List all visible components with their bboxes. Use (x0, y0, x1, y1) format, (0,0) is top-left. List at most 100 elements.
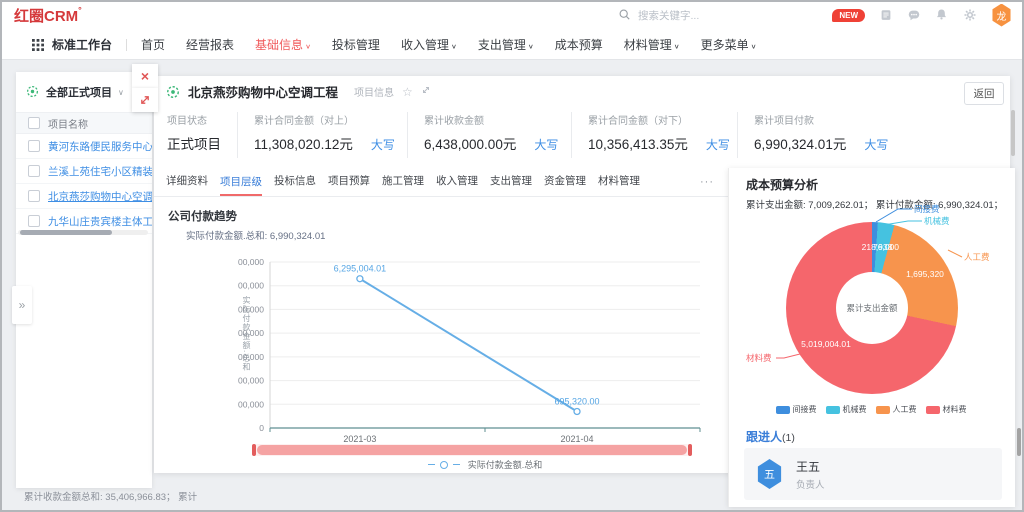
favorite-star-icon[interactable]: ☆ (402, 86, 413, 98)
chat-icon[interactable] (907, 8, 921, 22)
legend-label: 实际付款金额.总和 (468, 458, 543, 471)
tab-item[interactable]: 项目预算 (328, 173, 370, 196)
chart-subtitle: 实际付款金额.总和: 6,990,324.01 (186, 228, 325, 242)
topbar-actions: NEW 龙 (832, 0, 1012, 30)
nav-divider (126, 39, 127, 51)
project-link[interactable]: 九华山庄贵宾楼主体工程 (48, 214, 152, 229)
close-panel-button[interactable]: × (132, 64, 158, 88)
back-button[interactable]: 返回 (964, 82, 1004, 105)
row-checkbox[interactable] (28, 140, 40, 152)
svg-text:2021-04: 2021-04 (561, 434, 594, 444)
nav-item[interactable]: 基础信息∨ (255, 36, 311, 53)
project-list-title: 全部正式项目 (46, 84, 112, 100)
calendar-icon[interactable] (879, 8, 893, 22)
legend-swatch-icon (826, 406, 840, 414)
datazoom-range[interactable] (257, 445, 687, 455)
legend-item[interactable]: 人工费 (876, 404, 917, 415)
legend-item[interactable]: 间接费 (776, 404, 817, 415)
main-scrollbar-thumb[interactable] (1011, 110, 1015, 156)
legend-swatch-icon (776, 406, 790, 414)
daxie-link[interactable]: 大写 (534, 136, 558, 153)
tab-item[interactable]: 施工管理 (382, 173, 424, 196)
collapse-toggle[interactable]: » (12, 286, 32, 324)
user-avatar[interactable]: 龙 (991, 4, 1012, 27)
project-link[interactable]: 兰溪上苑住宅小区精装修... (48, 164, 152, 179)
tab-item[interactable]: 资金管理 (544, 173, 586, 196)
pie-callout-label: 人工费 (964, 251, 990, 263)
cost-panel-title: 成本预算分析 (746, 176, 818, 193)
datazoom-handle-right[interactable] (688, 444, 692, 456)
legend-item[interactable]: 机械费 (826, 404, 867, 415)
svg-text:7,000,000: 7,000,000 (238, 257, 264, 267)
fullscreen-icon[interactable] (421, 85, 435, 99)
stat-item: 项目状态正式项目 (167, 112, 237, 158)
select-all-checkbox[interactable] (28, 117, 40, 129)
stat-value: 11,308,020.12元 (254, 133, 353, 153)
tab-item[interactable]: 收入管理 (436, 173, 478, 196)
tab-item[interactable]: 项目层级 (220, 174, 262, 197)
svg-text:2,000,000: 2,000,000 (238, 376, 264, 386)
table-row[interactable]: 黄河东路便民服务中心幕... (16, 134, 152, 159)
nav-item[interactable]: 首页 (141, 36, 165, 53)
nav-item[interactable]: 材料管理∨ (624, 36, 680, 53)
list-column-header: 项目名称 (16, 112, 152, 134)
workbench-label[interactable]: 标准工作台 (52, 36, 112, 53)
pie-value-label: 1,695,320 (906, 269, 944, 279)
project-list-header[interactable]: 全部正式项目 ∨ (26, 84, 124, 100)
global-search-input[interactable]: 搜索关键字... (618, 5, 828, 25)
bell-icon[interactable] (935, 8, 949, 22)
tab-item[interactable]: 投标信息 (274, 173, 316, 196)
svg-text:3,000,000: 3,000,000 (238, 352, 264, 362)
project-link[interactable]: 北京燕莎购物中心空调工程 (48, 189, 152, 204)
donut-legend: 间接费机械费人工费材料费 (734, 404, 1008, 415)
daxie-link[interactable]: 大写 (371, 136, 395, 153)
detail-tabs: 详细资料项目层级投标信息项目预算施工管理收入管理支出管理资金管理材料管理 (154, 168, 728, 197)
followers-label: 跟进人 (746, 428, 782, 445)
row-checkbox[interactable] (28, 165, 40, 177)
stat-value-row: 10,356,413.35元 大写 (588, 133, 737, 153)
chevron-down-icon[interactable]: ∨ (118, 88, 124, 97)
app-logo[interactable]: 红圈CRM° (14, 5, 82, 26)
page-title: 北京燕莎购物中心空调工程 (188, 82, 338, 101)
row-checkbox[interactable] (28, 190, 40, 202)
nav-item[interactable]: 成本预算 (555, 36, 603, 53)
tab-item[interactable]: 材料管理 (598, 173, 640, 196)
stat-item: 累计合同金额（对上）11,308,020.12元大写 (237, 112, 407, 158)
chart-legend[interactable]: 实际付款金额.总和 (270, 458, 700, 471)
panel-scrollbar-thumb[interactable] (1017, 428, 1021, 456)
tab-item[interactable]: 详细资料 (166, 173, 208, 196)
nav-item[interactable]: 经营报表 (186, 36, 234, 53)
chevron-down-icon: ∨ (751, 43, 757, 50)
nav-item[interactable]: 更多菜单∨ (701, 36, 757, 53)
apps-grid-icon[interactable] (32, 39, 44, 51)
datazoom-handle-left[interactable] (252, 444, 256, 456)
expand-panel-button[interactable] (132, 88, 158, 112)
topbar: 红圈CRM° 搜索关键字... NEW (0, 0, 1024, 31)
legend-swatch-icon (876, 406, 890, 414)
horizontal-scrollbar[interactable] (18, 230, 148, 235)
scrollbar-thumb[interactable] (20, 230, 112, 235)
table-row[interactable]: 北京燕莎购物中心空调工程 (16, 184, 152, 209)
pie-value-label: 218,938 (862, 242, 893, 252)
tab-item[interactable]: 支出管理 (490, 173, 532, 196)
nav-item[interactable]: 支出管理∨ (478, 36, 534, 53)
project-link[interactable]: 黄河东路便民服务中心幕... (48, 139, 152, 154)
legend-item[interactable]: 材料费 (926, 404, 967, 415)
svg-text:4,000,000: 4,000,000 (238, 328, 264, 338)
nav-item[interactable]: 投标管理 (332, 36, 380, 53)
row-checkbox[interactable] (28, 215, 40, 227)
datazoom-slider[interactable] (252, 444, 692, 456)
daxie-link[interactable]: 大写 (864, 136, 888, 153)
nav-item[interactable]: 收入管理∨ (401, 36, 457, 53)
tabs-overflow-icon[interactable]: ··· (700, 176, 714, 188)
stat-value: 10,356,413.35元 (588, 133, 688, 153)
table-row[interactable]: 兰溪上苑住宅小区精装修... (16, 159, 152, 184)
daxie-link[interactable]: 大写 (706, 136, 730, 153)
svg-text:1,000,000: 1,000,000 (238, 399, 264, 409)
stat-value: 正式项目 (167, 133, 221, 153)
pie-callout-label: 材料费 (746, 352, 772, 364)
stat-item: 累计合同金额（对下）10,356,413.35元大写 (571, 112, 737, 158)
gear-icon[interactable] (963, 8, 977, 22)
stat-value-row: 6,438,000.00元大写 (424, 133, 571, 153)
follower-list-item[interactable]: 五 王五 负责人 (744, 448, 1002, 500)
